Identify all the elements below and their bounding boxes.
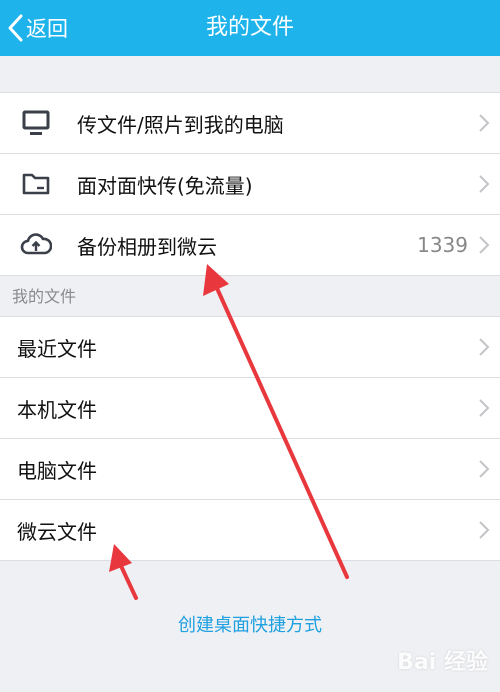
- recent-files-row[interactable]: 最近文件: [0, 316, 500, 377]
- my-files-section-header: 我的文件: [12, 287, 77, 306]
- chevron-right-icon: [479, 460, 490, 478]
- chevron-right-icon: [479, 114, 490, 132]
- local-files-row[interactable]: 本机文件: [0, 377, 500, 438]
- weiyun-files-row[interactable]: 微云文件: [0, 499, 500, 561]
- my-files-list: 最近文件 本机文件 电脑文件 微云文件: [0, 316, 500, 561]
- backup-album-label: 备份相册到微云: [77, 234, 217, 259]
- backup-count: 1339: [417, 233, 468, 257]
- send-to-computer-row[interactable]: 传文件/照片到我的电脑: [0, 92, 500, 153]
- chevron-right-icon: [479, 338, 490, 356]
- recent-files-label: 最近文件: [17, 336, 97, 361]
- page-title: 我的文件: [205, 15, 294, 40]
- chevron-right-icon: [479, 399, 490, 417]
- create-desktop-shortcut-link[interactable]: 创建桌面快捷方式: [0, 611, 500, 637]
- face-to-face-transfer-label: 面对面快传(免流量): [77, 173, 253, 198]
- folder-icon: [20, 169, 52, 199]
- watermark: Bai 经验: [397, 650, 488, 675]
- quick-actions-list: 传文件/照片到我的电脑 面对面快传(免流量) 备份相册到微云 1339: [0, 92, 500, 276]
- computer-files-label: 电脑文件: [17, 458, 97, 483]
- chevron-right-icon: [479, 521, 490, 539]
- weiyun-files-label: 微云文件: [17, 519, 97, 544]
- send-to-computer-label: 传文件/照片到我的电脑: [77, 112, 284, 137]
- face-to-face-transfer-row[interactable]: 面对面快传(免流量): [0, 153, 500, 214]
- navigation-bar: 返回 我的文件: [0, 0, 500, 56]
- monitor-icon: [20, 108, 52, 138]
- computer-files-row[interactable]: 电脑文件: [0, 438, 500, 499]
- chevron-right-icon: [479, 236, 490, 254]
- backup-album-row[interactable]: 备份相册到微云 1339: [0, 214, 500, 276]
- local-files-label: 本机文件: [17, 397, 97, 422]
- chevron-right-icon: [479, 175, 490, 193]
- cloud-upload-icon: [20, 230, 52, 260]
